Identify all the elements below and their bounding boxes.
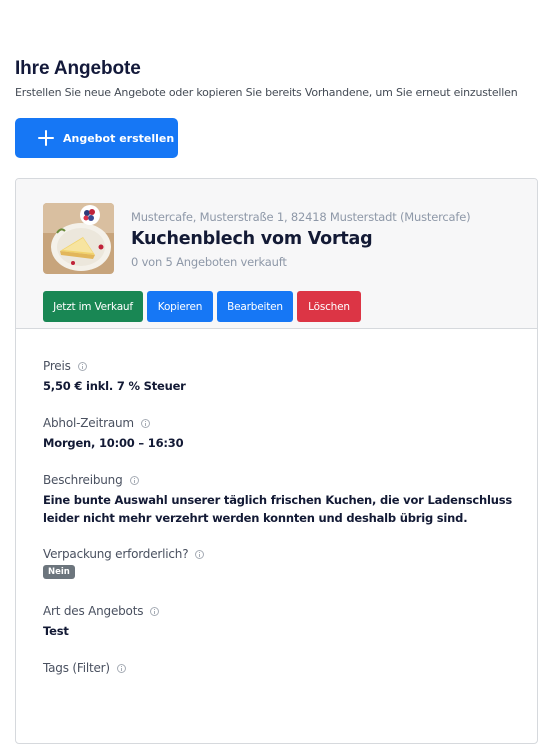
- offer-meta: Mustercafe, Musterstraße 1, 82418 Muster…: [131, 210, 531, 269]
- info-icon[interactable]: [129, 475, 139, 485]
- info-icon[interactable]: [140, 418, 150, 428]
- tags-label: Tags (Filter): [43, 661, 110, 675]
- info-icon[interactable]: [116, 663, 126, 673]
- delete-button[interactable]: Löschen: [297, 291, 361, 322]
- packaging-field: Verpackung erforderlich? Nein: [43, 547, 523, 579]
- price-field: Preis 5,50 € inkl. 7 % Steuer: [43, 359, 523, 395]
- page-title: Ihre Angebote: [15, 58, 141, 79]
- copy-button[interactable]: Kopieren: [147, 291, 213, 322]
- page-header: Ihre Angebote Erstellen Sie neue Angebot…: [15, 58, 545, 99]
- page-subtitle: Erstellen Sie neue Angebote oder kopiere…: [15, 86, 518, 99]
- offer-type-label: Art des Angebots: [43, 604, 144, 618]
- price-value: 5,50 € inkl. 7 % Steuer: [43, 379, 186, 393]
- tags-field: Tags (Filter): [43, 661, 523, 675]
- description-label: Beschreibung: [43, 473, 123, 487]
- offer-location: Mustercafe, Musterstraße 1, 82418 Muster…: [131, 210, 471, 224]
- pickup-label: Abhol-Zeitraum: [43, 416, 134, 430]
- info-icon[interactable]: [195, 549, 205, 559]
- offer-card: Mustercafe, Musterstraße 1, 82418 Muster…: [15, 178, 538, 744]
- offer-sold-count: 0 von 5 Angeboten verkauft: [131, 255, 287, 269]
- offer-type-value: Test: [43, 624, 69, 638]
- pickup-field: Abhol-Zeitraum Morgen, 10:00 – 16:30: [43, 416, 523, 452]
- offer-actions: Jetzt im Verkauf Kopieren Bearbeiten Lös…: [43, 291, 361, 322]
- offer-title: Kuchenblech vom Vortag: [131, 229, 373, 249]
- offer-type-field: Art des Angebots Test: [43, 604, 523, 640]
- packaging-label: Verpackung erforderlich?: [43, 547, 189, 561]
- packaging-badge: Nein: [43, 565, 75, 579]
- offer-card-header: Mustercafe, Musterstraße 1, 82418 Muster…: [16, 179, 537, 329]
- info-icon[interactable]: [150, 606, 160, 616]
- pickup-value: Morgen, 10:00 – 16:30: [43, 436, 184, 450]
- description-value: Eine bunte Auswahl unserer täglich frisc…: [43, 493, 513, 525]
- on-sale-button[interactable]: Jetzt im Verkauf: [43, 291, 143, 322]
- price-label: Preis: [43, 359, 71, 373]
- info-icon[interactable]: [77, 361, 87, 371]
- create-offer-label: Angebot erstellen: [63, 131, 175, 145]
- create-offer-button[interactable]: Angebot erstellen: [15, 118, 178, 158]
- offer-image: [43, 203, 114, 274]
- description-field: Beschreibung Eine bunte Auswahl unserer …: [43, 473, 523, 527]
- plus-icon: [38, 130, 54, 146]
- edit-button[interactable]: Bearbeiten: [217, 291, 293, 322]
